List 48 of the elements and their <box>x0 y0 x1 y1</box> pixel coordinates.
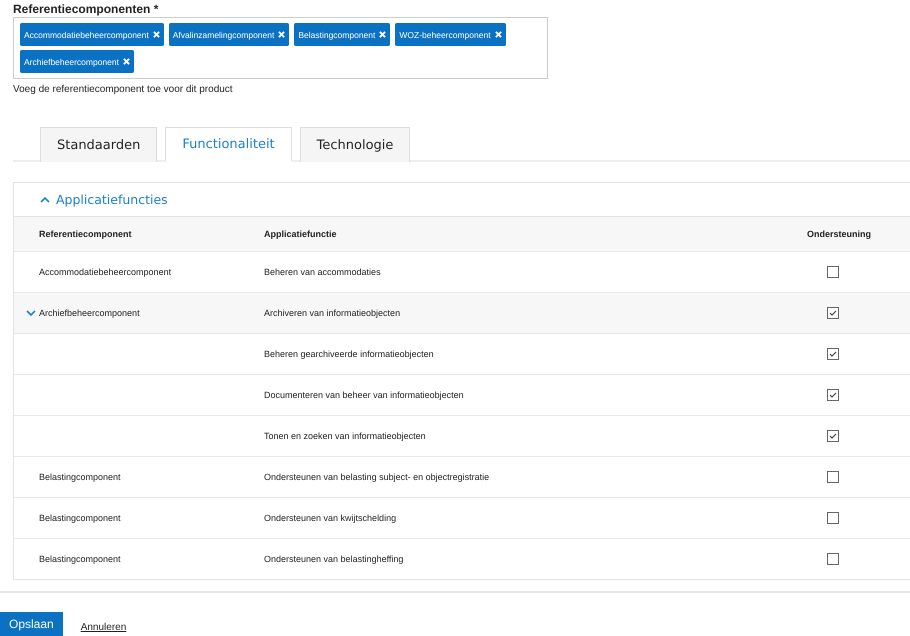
chevron-icon[interactable] <box>26 310 36 316</box>
table-cell: Beheren gearchiveerde informatieobjecten <box>264 349 434 359</box>
chevron-icon <box>40 196 50 203</box>
checkbox[interactable] <box>827 307 839 319</box>
remove-icon[interactable] <box>379 31 386 38</box>
column-header: Ondersteuning <box>807 229 872 239</box>
remove-icon[interactable] <box>122 58 130 65</box>
check-icon <box>829 309 837 317</box>
column-header: Referentiecomponent <box>38 229 133 239</box>
checkbox[interactable] <box>827 430 839 442</box>
tag[interactable]: Archiefbeheercomponent <box>20 50 134 73</box>
tab[interactable]: Technologie <box>300 127 410 162</box>
save-button[interactable]: Opslaan <box>0 612 63 636</box>
checkbox[interactable] <box>827 348 839 360</box>
column-header: Applicatiefunctie <box>264 229 338 239</box>
check-icon <box>829 350 837 358</box>
remove-icon[interactable] <box>152 31 160 38</box>
checkbox[interactable] <box>827 553 839 565</box>
table-cell: Belastingcomponent <box>39 554 121 564</box>
checkbox[interactable] <box>827 512 839 524</box>
remove-icon[interactable] <box>278 31 286 38</box>
table-cell: Belastingcomponent <box>39 513 121 523</box>
cancel-link[interactable]: Annuleren <box>80 622 126 632</box>
field-label: Referentiecomponenten * <box>13 1 160 16</box>
checkbox[interactable] <box>827 471 839 483</box>
help-text: Voeg de referentiecomponent toe voor dit product <box>13 84 234 95</box>
table-cell: Ondersteunen van kwijtschelding <box>264 513 396 523</box>
tag-input[interactable]: Accommodatiebeheercomponent Afvalinzamelingcomponent Belastingcomponent WOZ-beheercomponent Archiefbeheercomponent <box>13 17 548 79</box>
check-icon <box>829 432 837 440</box>
table-cell: Ondersteunen van belastingheffing <box>264 554 404 564</box>
tab[interactable]: Functionaliteit <box>165 127 292 162</box>
table-cell: Tonen en zoeken van informatieobjecten <box>264 431 426 441</box>
check-icon <box>829 391 837 399</box>
tag[interactable]: WOZ-beheercomponent <box>395 23 506 46</box>
tab[interactable]: Standaarden <box>40 127 158 162</box>
table-cell: Accommodatiebeheercomponent <box>39 267 172 277</box>
table-cell: Documenteren van beheer van informatieobjecten <box>264 390 464 400</box>
table-cell: Archiefbeheercomponent <box>39 308 140 318</box>
checkbox[interactable] <box>827 266 839 278</box>
table-cell: Beheren van accommodaties <box>264 267 381 277</box>
table-cell: Ondersteunen van belasting subject- en objectregistratie <box>264 472 490 482</box>
table-cell: Archiveren van informatieobjecten <box>264 308 400 318</box>
remove-icon[interactable] <box>494 31 502 38</box>
tag[interactable]: Accommodatiebeheercomponent <box>20 23 164 46</box>
checkbox[interactable] <box>827 389 839 401</box>
tag[interactable]: Belastingcomponent <box>294 23 390 46</box>
tag[interactable]: Afvalinzamelingcomponent <box>168 23 290 46</box>
table-cell: Belastingcomponent <box>39 472 121 482</box>
